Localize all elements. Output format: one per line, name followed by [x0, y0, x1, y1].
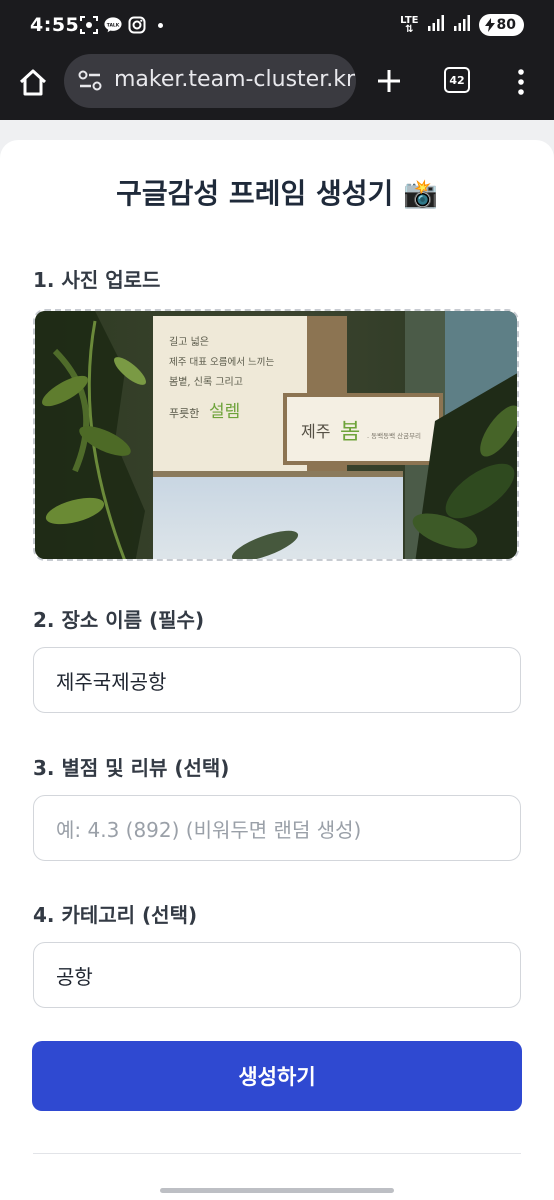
uploaded-photo: 길고 넓은 제주 대표 오름에서 느끼는 봄볕, 신록 그리고 푸릇한 설렘 제…: [35, 311, 517, 559]
svg-text:TALK: TALK: [107, 22, 120, 28]
lte-indicator: LTE ⇅: [400, 15, 419, 35]
category-label: 4. 카테고리 (선택): [33, 903, 198, 927]
signal-icon: [427, 15, 445, 35]
svg-text:. 동백동백 산굼부리: . 동백동백 산굼부리: [367, 431, 421, 440]
review-label: 3. 별점 및 리뷰 (선택): [33, 756, 230, 780]
status-time: 4:55: [30, 14, 80, 36]
battery-indicator: 80: [478, 14, 524, 36]
address-bar[interactable]: maker.team-cluster.kr: [64, 54, 356, 108]
notification-dot: [158, 22, 163, 28]
url-text: maker.team-cluster.kr: [114, 67, 356, 92]
notification-icons: TALK: [80, 16, 163, 34]
screenshot-icon: [80, 16, 98, 34]
status-bar: 4:55 TALK LTE ⇅ 80: [0, 0, 554, 50]
svg-text:푸릇한: 푸릇한: [169, 407, 199, 420]
svg-text:길고 넓은: 길고 넓은: [169, 335, 209, 348]
more-vert-icon: [518, 69, 524, 95]
svg-text:제주 대표 오름에서 느끼는: 제주 대표 오름에서 느끼는: [169, 357, 274, 368]
plus-icon: [378, 70, 400, 92]
divider: [33, 1153, 521, 1154]
browser-toolbar: maker.team-cluster.kr 42: [0, 50, 554, 120]
charging-icon: [484, 18, 495, 32]
status-right: LTE ⇅ 80: [400, 14, 524, 36]
svg-text:봄: 봄: [340, 420, 360, 445]
home-icon: [19, 69, 47, 96]
page-title: 구글감성 프레임 생성기 📸: [116, 177, 438, 210]
generate-button[interactable]: 생성하기: [32, 1041, 522, 1111]
upload-label: 1. 사진 업로드: [33, 268, 161, 292]
svg-text:설렘: 설렘: [209, 402, 240, 422]
gesture-bar[interactable]: [160, 1188, 394, 1193]
photo-upload-area[interactable]: 길고 넓은 제주 대표 오름에서 느끼는 봄볕, 신록 그리고 푸릇한 설렘 제…: [33, 309, 519, 561]
tab-switcher-button[interactable]: 42: [444, 67, 470, 93]
category-input[interactable]: 공항: [33, 942, 521, 1008]
home-button[interactable]: [16, 66, 50, 100]
site-settings-icon[interactable]: [78, 70, 102, 92]
place-name-input[interactable]: 제주국제공항: [33, 647, 521, 713]
kakaotalk-icon: TALK: [104, 16, 122, 34]
more-menu-button[interactable]: [512, 66, 530, 98]
svg-text:제주: 제주: [301, 422, 330, 441]
place-name-label: 2. 장소 이름 (필수): [33, 608, 205, 632]
instagram-icon: [128, 16, 146, 34]
svg-text:봄볕, 신록 그리고: 봄볕, 신록 그리고: [169, 376, 243, 388]
new-tab-button[interactable]: [374, 66, 404, 96]
review-input[interactable]: 예: 4.3 (892) (비워두면 랜덤 생성): [33, 795, 521, 861]
signal-icon-2: [453, 15, 471, 35]
